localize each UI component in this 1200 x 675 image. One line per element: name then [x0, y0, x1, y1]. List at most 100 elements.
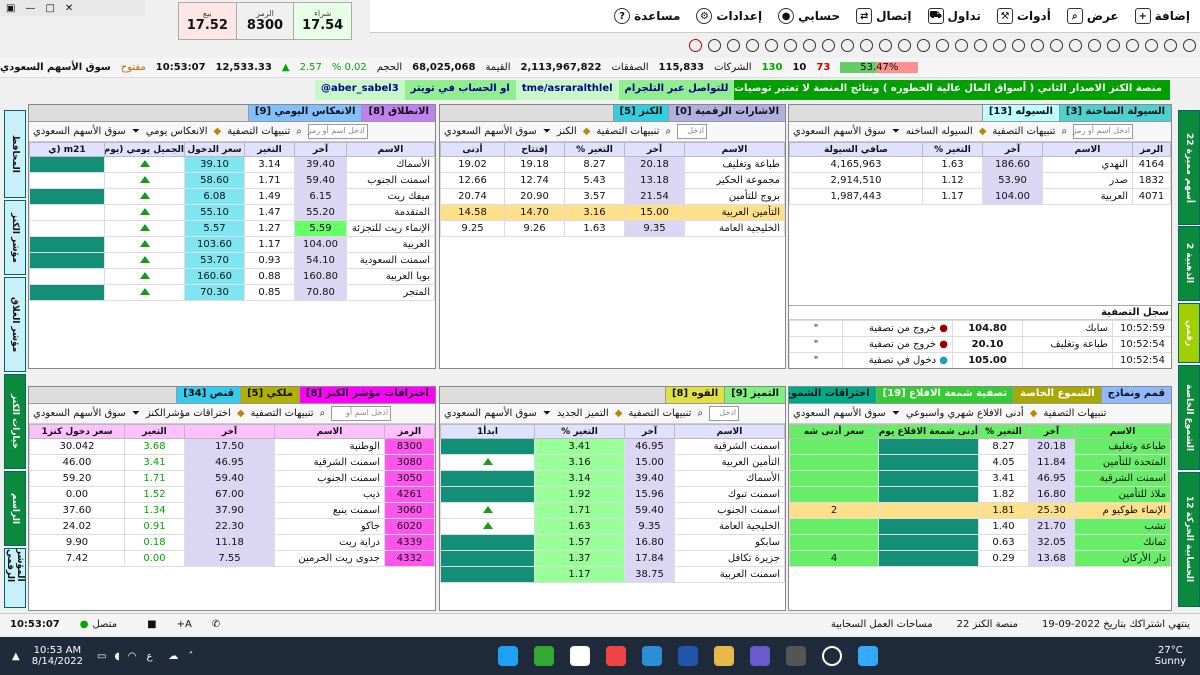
- volume-icon[interactable]: ◖: [114, 651, 119, 662]
- col-header[interactable]: التغير: [244, 142, 295, 157]
- menu-help[interactable]: ? مساعدة: [614, 8, 680, 24]
- edge-icon[interactable]: [642, 646, 663, 666]
- weather-icon-left[interactable]: ▲: [12, 651, 20, 662]
- tool-icon[interactable]: [955, 38, 968, 52]
- refresh-icon[interactable]: [689, 38, 702, 52]
- menu-view[interactable]: ⌕ عرض: [1066, 8, 1119, 24]
- market-select[interactable]: سوق الأسهم السعودي: [793, 126, 886, 137]
- save-icon[interactable]: ▣: [6, 3, 15, 14]
- chevron-up-icon[interactable]: ˄: [188, 651, 193, 662]
- table-row[interactable]: 4071 العربية 104.00 1.17 1,987,443: [789, 188, 1171, 205]
- table-row[interactable]: اسمنت الجنوب 59.40 1.71 58.60: [29, 172, 435, 189]
- tool-icon[interactable]: [746, 38, 759, 52]
- table-row[interactable]: اسمنت السعودية 54.10 0.93 53.70: [29, 252, 435, 269]
- table-row[interactable]: الخليجية العامة 9.35 1.63: [440, 518, 785, 535]
- tool-icon[interactable]: [784, 38, 797, 52]
- col-header[interactable]: ابدأ1: [440, 424, 535, 439]
- table-row[interactable]: ثمانك 32.05 0.63: [789, 534, 1171, 551]
- teams-icon[interactable]: [750, 646, 771, 666]
- col-header[interactable]: آخر: [1028, 424, 1075, 439]
- tool-icon[interactable]: [1126, 38, 1139, 52]
- explorer-icon[interactable]: [714, 646, 735, 666]
- col-header[interactable]: أدنى: [440, 142, 505, 157]
- twitter-handle[interactable]: aber_sabel3@: [315, 80, 405, 100]
- tool-icon[interactable]: [1031, 38, 1044, 52]
- alerts-button[interactable]: تنبيهات التصفية: [1043, 408, 1106, 419]
- table-row[interactable]: سابكو 16.80 1.57: [440, 534, 785, 551]
- tab-sniping[interactable]: قنص [34]: [176, 387, 241, 403]
- col-header[interactable]: الرمز: [384, 424, 435, 439]
- sidebar-candles[interactable]: الشموع الخاصة: [1178, 365, 1200, 470]
- tool-icon[interactable]: [974, 38, 987, 52]
- market-select[interactable]: سوق الأسهم السعودي: [444, 408, 537, 419]
- table-row[interactable]: اسمنت العربية 38.75 1.17: [440, 566, 785, 583]
- table-row[interactable]: العربية 104.00 1.17 103.60: [29, 236, 435, 253]
- filter-icon[interactable]: ⏷: [892, 126, 900, 137]
- filter-icon[interactable]: ⏷: [132, 126, 140, 137]
- alert-icon[interactable]: ◆: [1030, 408, 1038, 419]
- col-header[interactable]: آخر: [184, 424, 275, 439]
- sidebar-digital[interactable]: رقمي: [1178, 303, 1200, 363]
- col-header[interactable]: m21 (ي: [29, 142, 105, 157]
- table-row[interactable]: المتحدة للتأمين 11.84 4.05: [789, 454, 1171, 471]
- table-row[interactable]: 3060 اسمنت ينبع 37.90 1.34 37.60: [29, 502, 435, 519]
- tool-icon[interactable]: [993, 38, 1006, 52]
- table-row[interactable]: تشب 21.70 1.40: [789, 518, 1171, 535]
- alerts-button[interactable]: تنبيهات التصفية: [628, 408, 691, 419]
- table-row[interactable]: طباعة وتغليف 20.18 8.27 19.18 19.02: [440, 156, 785, 173]
- search-icon[interactable]: ⌕: [320, 408, 326, 419]
- market-select[interactable]: سوق الأسهم السعودي: [33, 408, 126, 419]
- font-size-icon[interactable]: +A: [177, 619, 192, 630]
- workspaces-button[interactable]: مساحات العمل السحابية: [831, 619, 933, 630]
- tool-icon[interactable]: [1183, 38, 1196, 52]
- restore-button[interactable]: □: [45, 3, 54, 14]
- col-header[interactable]: صافي السيولة: [789, 142, 923, 157]
- windows-start-icon[interactable]: [858, 646, 879, 666]
- tool-icon[interactable]: [1164, 38, 1177, 52]
- col-header[interactable]: الاسم: [674, 424, 785, 439]
- tool-icon[interactable]: [1145, 38, 1158, 52]
- language-indicator[interactable]: ع: [146, 651, 152, 662]
- table-row[interactable]: 4164 النهدي 186.60 1.63 4,165,963: [789, 156, 1171, 173]
- tool-icon[interactable]: [936, 38, 949, 52]
- symbol-quote[interactable]: الرمز 8300: [237, 3, 295, 39]
- table-row[interactable]: 4339 دراية ريت 11.18 0.18 9.90: [29, 534, 435, 551]
- alerts-button[interactable]: تنبيهات التصفية: [596, 126, 659, 137]
- table-row[interactable]: 4261 ذيب 67.00 1.52 0.00: [29, 486, 435, 503]
- clock[interactable]: 10:53 AM 8/14/2022: [32, 645, 83, 667]
- table-row[interactable]: بوبا العربية 160.80 0.88 160.60: [29, 268, 435, 285]
- filter-select[interactable]: الكنز: [557, 126, 577, 137]
- table-row[interactable]: مجموعة الحكير 13.18 5.43 12.74 12.66: [440, 172, 785, 189]
- table-row[interactable]: الأسماك 39.40 3.14 39.10: [29, 156, 435, 173]
- col-header[interactable]: الاسم: [274, 424, 385, 439]
- table-row[interactable]: 3080 اسمنت الشرقية 46.95 3.41 46.00: [29, 454, 435, 471]
- sidebar-drawer[interactable]: الراسم: [4, 471, 26, 546]
- tab-candle-breakouts[interactable]: اختراقات الشموع الخاصه [29]: [789, 387, 876, 403]
- table-row[interactable]: اسمنت تبوك 15.96 1.92: [440, 486, 785, 503]
- weather-widget[interactable]: 27°C Sunny: [1155, 645, 1186, 667]
- table-row[interactable]: المتقدمة 55.20 1.47 55.10: [29, 204, 435, 221]
- col-header[interactable]: التغير %: [922, 142, 983, 157]
- col-header[interactable]: الجميل يومي (يوم): [104, 142, 185, 157]
- tool-icon[interactable]: [898, 38, 911, 52]
- col-header[interactable]: أدنى شمعة الاقلاع يوم: [878, 424, 979, 439]
- tool-icon[interactable]: [727, 38, 740, 52]
- tool-icon[interactable]: [1088, 38, 1101, 52]
- table-row[interactable]: جزيرة تكافل 17.84 1.37: [440, 550, 785, 567]
- col-header[interactable]: آخر: [624, 142, 685, 157]
- filter-icon[interactable]: ⏷: [543, 408, 551, 419]
- table-row[interactable]: 3050 اسمنت الجنوب 59.40 1.71 59.20: [29, 470, 435, 487]
- col-header[interactable]: سعر أدنى شه: [789, 424, 879, 439]
- tab-distinction[interactable]: التميز [9]: [724, 387, 785, 403]
- tool-icon[interactable]: [841, 38, 854, 52]
- table-row[interactable]: اسمنت الجنوب 59.40 1.71: [440, 502, 785, 519]
- taskview-icon[interactable]: [786, 646, 807, 666]
- filter-select[interactable]: الانعكاس يومي: [146, 126, 208, 137]
- sidebar-movement[interactable]: الحسابية الحركة 12: [1178, 472, 1200, 607]
- market-select[interactable]: سوق الأسهم السعودي: [444, 126, 537, 137]
- search-icon[interactable]: ⌕: [296, 126, 302, 137]
- tab-launch-candle[interactable]: تصفية شمعة الافلاع [19]: [875, 387, 1014, 403]
- tab-peaks[interactable]: قمم ونماذج: [1100, 387, 1171, 403]
- col-header[interactable]: الرمز: [1132, 142, 1171, 157]
- close-button[interactable]: ✕: [65, 3, 73, 14]
